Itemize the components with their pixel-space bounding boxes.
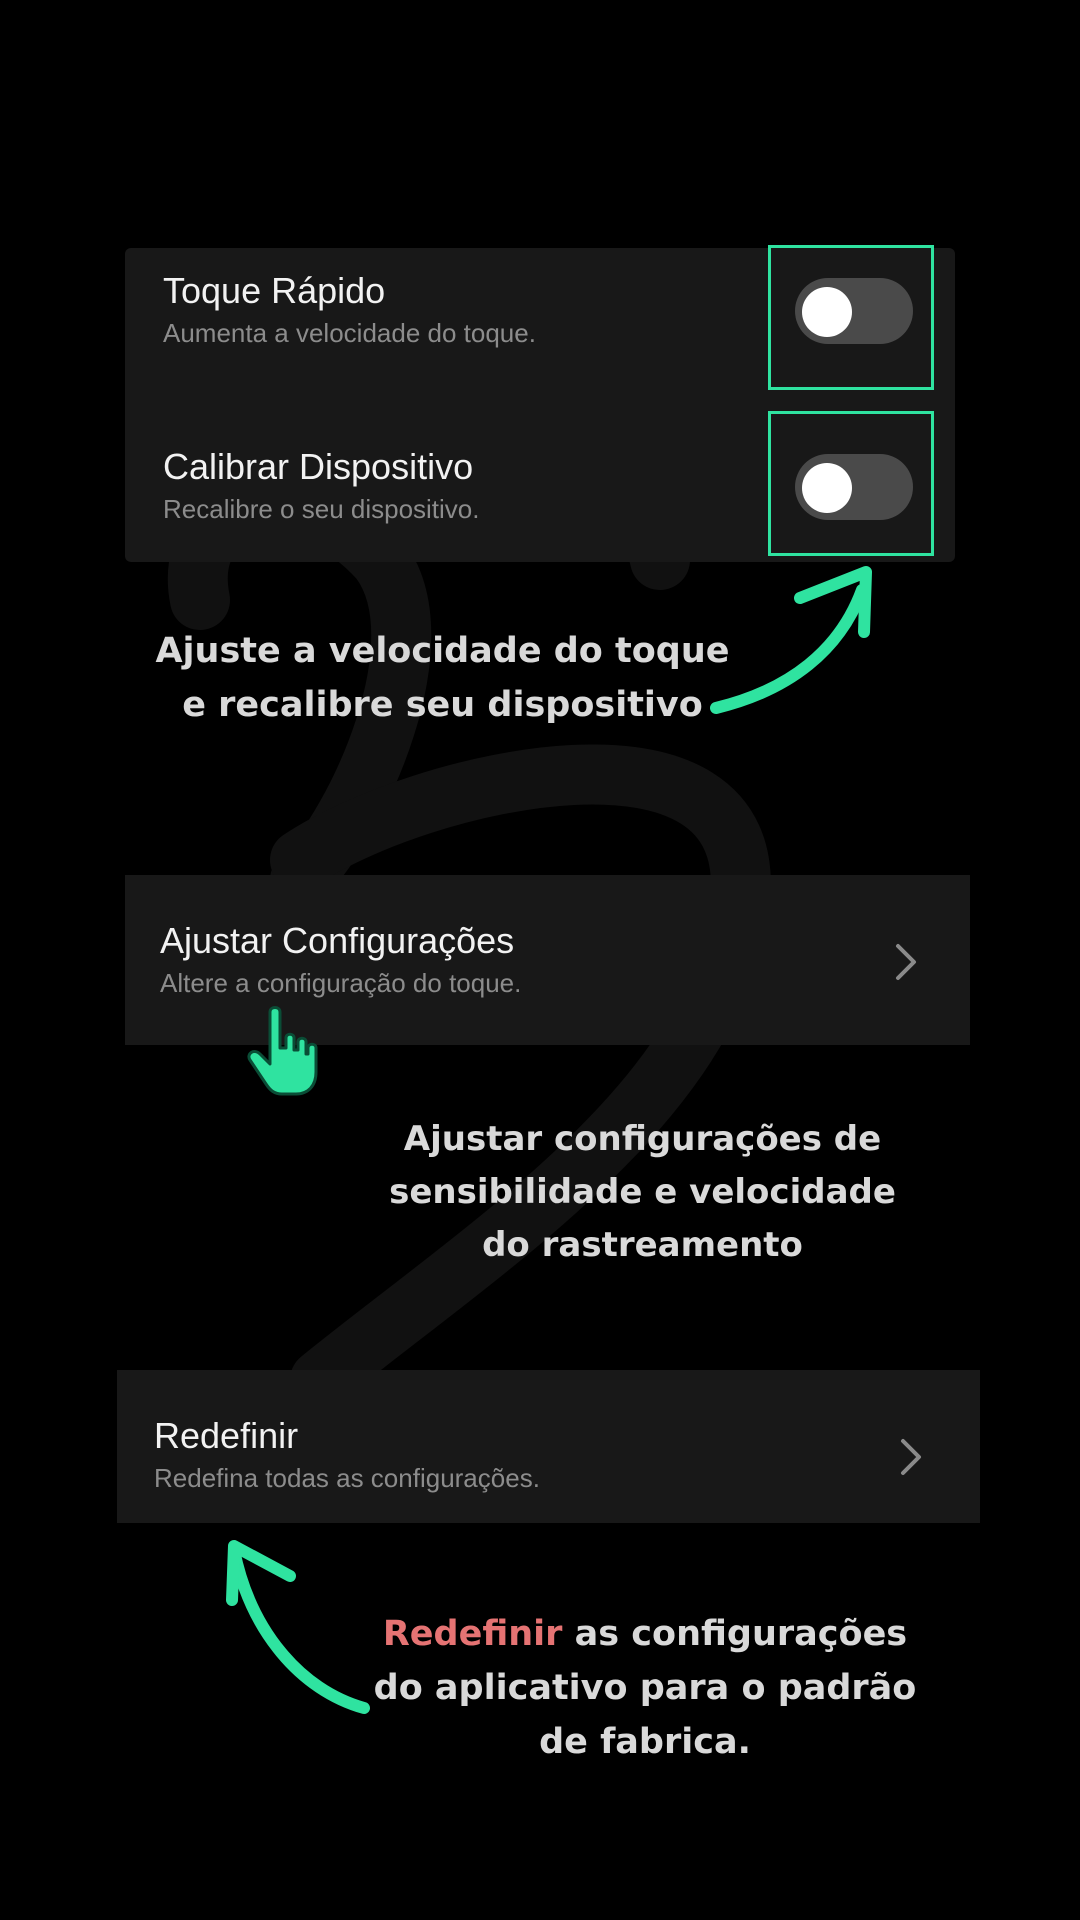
reset-caption-line3: de fabrica. xyxy=(539,1722,751,1762)
fast-touch-title: Toque Rápido xyxy=(163,270,386,311)
reset-caption-line2: do aplicativo para o padrão xyxy=(373,1668,917,1708)
adjust-caption-line3: do rastreamento xyxy=(482,1225,803,1265)
fast-touch-subtitle: Aumenta a velocidade do toque. xyxy=(163,318,536,348)
toggles-caption: Ajuste a velocidade do toque e recalibre… xyxy=(150,624,735,732)
reset-caption-highlight: Redefinir xyxy=(382,1614,563,1654)
calibrate-subtitle: Recalibre o seu dispositivo. xyxy=(163,494,480,524)
fast-touch-toggle[interactable] xyxy=(795,278,913,344)
calibrate-title: Calibrar Dispositivo xyxy=(163,446,474,487)
reset-caption-line1-rest: as configurações xyxy=(562,1614,908,1654)
adjust-caption-line1: Ajustar configurações de xyxy=(403,1119,882,1159)
reset-title: Redefinir xyxy=(154,1415,299,1456)
toggles-caption-line2: e recalibre seu dispositivo xyxy=(182,685,703,725)
reset-caption: Redefinir as configurações do aplicativo… xyxy=(370,1607,920,1769)
adjust-caption: Ajustar configurações de sensibilidade e… xyxy=(385,1113,900,1272)
adjust-settings-subtitle: Altere a configuração do toque. xyxy=(160,968,522,998)
calibrate-toggle[interactable] xyxy=(795,454,913,520)
reset-subtitle: Redefina todas as configurações. xyxy=(154,1463,540,1493)
reset-caption-line1: Redefinir as configurações xyxy=(370,1607,920,1661)
adjust-caption-line2: sensibilidade e velocidade xyxy=(389,1172,896,1212)
chevron-right-icon xyxy=(896,944,916,980)
toggle-knob xyxy=(802,463,852,513)
chevron-right-icon xyxy=(901,1439,921,1475)
toggle-knob xyxy=(802,287,852,337)
toggles-caption-line1: Ajuste a velocidade do toque xyxy=(155,631,730,671)
adjust-settings-title: Ajustar Configurações xyxy=(160,920,515,961)
